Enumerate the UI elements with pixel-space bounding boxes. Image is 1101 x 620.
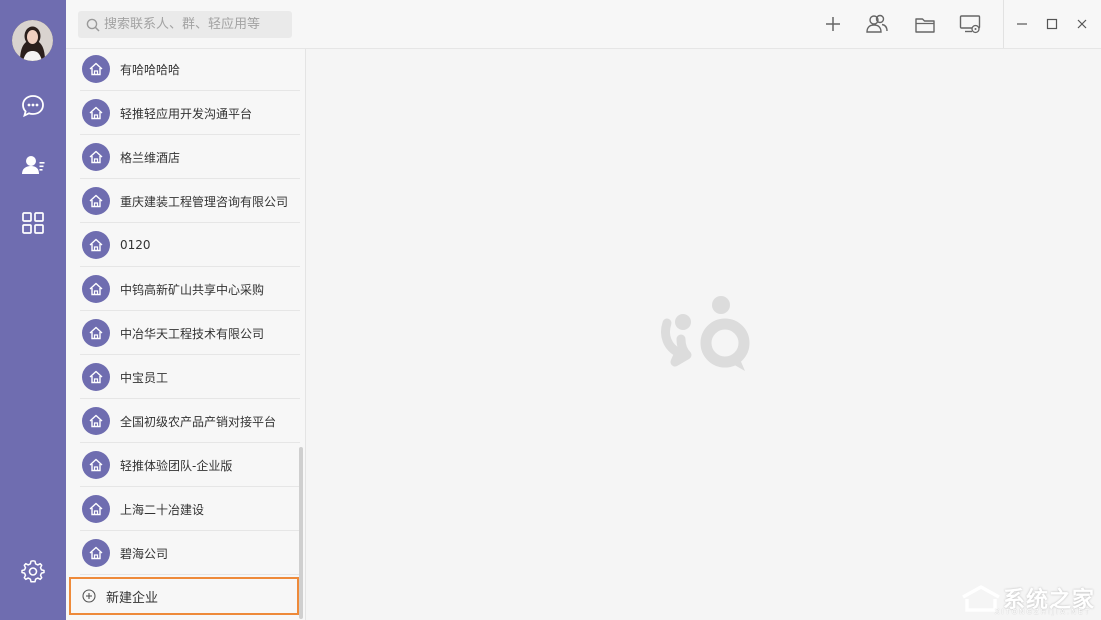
- organization-home-icon: [82, 539, 110, 567]
- contacts-button[interactable]: [17, 149, 49, 181]
- settings-button[interactable]: [17, 555, 49, 587]
- organization-home-icon: [82, 451, 110, 479]
- organization-home-icon: [82, 319, 110, 347]
- add-button[interactable]: [821, 12, 845, 36]
- list-scrollbar[interactable]: [299, 447, 303, 619]
- avatar[interactable]: [12, 20, 53, 61]
- organization-item[interactable]: 有哈哈哈哈: [66, 49, 305, 91]
- gear-icon: [21, 560, 45, 583]
- organization-home-icon: [82, 407, 110, 435]
- organization-name: 有哈哈哈哈: [120, 62, 181, 77]
- organization-item[interactable]: 中钨高新矿山共享中心采购: [66, 267, 305, 311]
- organization-item[interactable]: 中宝员工: [66, 355, 305, 399]
- search-icon: [86, 18, 100, 32]
- organization-name: 0120: [120, 238, 151, 252]
- maximize-button[interactable]: [1042, 14, 1062, 34]
- organization-name: 轻推体验团队-企业版: [120, 458, 233, 473]
- toolbar-separator: [1003, 0, 1004, 48]
- apps-grid-icon: [22, 212, 44, 234]
- organization-item[interactable]: 碧海公司: [66, 531, 305, 575]
- screen-share-icon: [959, 15, 981, 34]
- organization-name: 格兰维酒店: [120, 150, 181, 165]
- top-bar: [66, 0, 1101, 49]
- plus-icon: [826, 17, 840, 31]
- app-logo-placeholder-icon: [661, 296, 750, 371]
- app-window: 有哈哈哈哈轻推轻应用开发沟通平台格兰维酒店重庆建装工程管理咨询有限公司 0120 中…: [0, 0, 1101, 620]
- chat-bubble-icon: [22, 95, 44, 118]
- organization-name: 重庆建装工程管理咨询有限公司: [120, 194, 289, 209]
- apps-button[interactable]: [17, 207, 49, 239]
- chat-button[interactable]: [17, 90, 49, 122]
- search-box[interactable]: [78, 11, 292, 38]
- organization-home-icon: [82, 99, 110, 127]
- organization-home-icon: [82, 187, 110, 215]
- watermark: 系统之家 XITONGZHIJIA.NET: [959, 582, 1095, 616]
- organization-name: 中宝员工: [120, 370, 169, 385]
- organization-item[interactable]: 轻推体验团队-企业版: [66, 443, 305, 487]
- organization-item[interactable]: 全国初级农产品产销对接平台: [66, 399, 305, 443]
- watermark-subtext: XITONGZHIJIA.NET: [994, 608, 1091, 616]
- row-divider: [80, 574, 300, 575]
- search-input[interactable]: [104, 17, 284, 32]
- organization-home-icon: [82, 363, 110, 391]
- contacts-icon: [22, 156, 45, 174]
- organization-item[interactable]: 0120: [66, 223, 305, 267]
- folder-icon: [915, 17, 935, 33]
- minimize-icon: [1017, 23, 1027, 25]
- organization-name: 轻推轻应用开发沟通平台: [120, 106, 253, 121]
- organization-name: 上海二十冶建设: [120, 502, 205, 517]
- files-button[interactable]: [913, 12, 937, 36]
- organization-item[interactable]: 中冶华天工程技术有限公司: [66, 311, 305, 355]
- organization-item[interactable]: 上海二十冶建设: [66, 487, 305, 531]
- group-icon: [866, 14, 888, 33]
- organization-home-icon: [82, 495, 110, 523]
- organization-item[interactable]: 重庆建装工程管理咨询有限公司: [66, 179, 305, 223]
- close-button[interactable]: [1072, 14, 1092, 34]
- organization-home-icon: [82, 231, 110, 259]
- organization-list: 有哈哈哈哈轻推轻应用开发沟通平台 格兰维酒店重庆建装工程管理咨询有限公司 0120 中…: [66, 49, 306, 620]
- maximize-icon: [1046, 18, 1058, 30]
- main-content-area: [307, 49, 1101, 620]
- close-icon: [1077, 19, 1087, 29]
- organization-item[interactable]: 格兰维酒店: [66, 135, 305, 179]
- organization-name: 中冶华天工程技术有限公司: [120, 326, 265, 341]
- organization-home-icon: [82, 143, 110, 171]
- group-button[interactable]: [865, 12, 889, 36]
- left-rail: [0, 0, 66, 620]
- organization-name: 碧海公司: [120, 546, 169, 561]
- new-organization-label: 新建企业: [106, 590, 159, 606]
- minimize-button[interactable]: [1012, 14, 1032, 34]
- organization-home-icon: [82, 275, 110, 303]
- organization-name: 中钨高新矿山共享中心采购: [120, 282, 265, 297]
- organization-home-icon: [82, 55, 110, 83]
- new-organization-button[interactable]: 新建企业: [69, 577, 299, 615]
- organization-item[interactable]: 轻推轻应用开发沟通平台: [66, 91, 305, 135]
- add-circle-icon: [82, 589, 96, 603]
- organization-name: 全国初级农产品产销对接平台: [120, 414, 277, 429]
- screen-share-button[interactable]: [958, 12, 982, 36]
